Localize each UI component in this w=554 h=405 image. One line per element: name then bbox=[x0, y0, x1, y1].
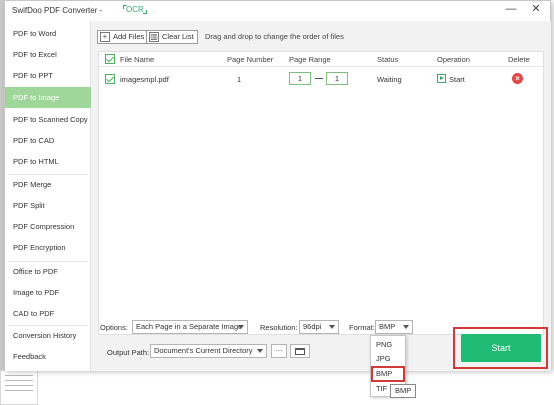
column-file-name: File Name bbox=[120, 55, 155, 64]
row-start-link[interactable]: Start bbox=[449, 75, 465, 84]
background-document-thumbnail bbox=[0, 370, 38, 405]
close-button[interactable]: ✕ bbox=[525, 2, 547, 18]
start-button[interactable]: Start bbox=[461, 334, 541, 362]
format-tooltip: BMP bbox=[390, 384, 417, 398]
file-table: File Name Page Number Page Range Status … bbox=[98, 51, 544, 335]
table-header: File Name Page Number Page Range Status … bbox=[99, 52, 543, 67]
options-label: Options: bbox=[100, 323, 128, 332]
sidebar-item-pdf-to-word[interactable]: PDF to Word bbox=[5, 23, 91, 44]
sidebar-item-pdf-to-cad[interactable]: PDF to CAD bbox=[5, 130, 91, 151]
clear-list-button[interactable]: ▥ Clear List bbox=[146, 30, 198, 44]
sidebar-item-pdf-merge[interactable]: PDF Merge bbox=[5, 174, 91, 195]
main-panel: + Add Files ▥ Clear List Drag and drop t… bbox=[91, 21, 551, 371]
format-select-value: BMP bbox=[379, 322, 396, 331]
options-select-value: Each Page in a Separate Image bbox=[136, 322, 243, 331]
ocr-corner-icon bbox=[142, 10, 147, 14]
sidebar-item-cad-to-pdf[interactable]: CAD to PDF bbox=[5, 303, 91, 324]
minimize-button[interactable]: — bbox=[500, 2, 522, 18]
plus-icon: + bbox=[100, 32, 110, 42]
status-cell: Waiting bbox=[377, 75, 402, 84]
chevron-down-icon bbox=[257, 349, 263, 353]
sidebar-item-conversion-history[interactable]: Conversion History bbox=[5, 325, 91, 346]
resolution-select-value: 96dpi bbox=[303, 322, 322, 331]
sidebar-item-pdf-to-ppt[interactable]: PDF to PPT bbox=[5, 65, 91, 86]
folder-icon bbox=[295, 348, 305, 355]
sidebar-item-pdf-to-scanned-copy[interactable]: PDF to Scanned Copy bbox=[5, 109, 91, 130]
sidebar-item-pdf-to-html[interactable]: PDF to HTML bbox=[5, 151, 91, 172]
sidebar: PDF to Word PDF to Excel PDF to PPT PDF … bbox=[5, 21, 91, 371]
sidebar-item-pdf-compression[interactable]: PDF Compression bbox=[5, 216, 91, 237]
column-operation: Operation bbox=[437, 55, 470, 64]
trash-icon: ▥ bbox=[149, 32, 159, 42]
sidebar-item-pdf-split[interactable]: PDF Split bbox=[5, 195, 91, 216]
chevron-down-icon bbox=[403, 325, 409, 329]
title-bar: SwifDoo PDF Converter - OCR — ✕ bbox=[5, 1, 550, 21]
range-to-input[interactable]: 1 bbox=[326, 72, 348, 85]
window-title: SwifDoo PDF Converter - bbox=[12, 6, 103, 15]
output-path-select[interactable]: Document's Current Directory bbox=[150, 344, 267, 358]
file-name-cell: imagesmpl.pdf bbox=[120, 75, 169, 84]
column-page-range: Page Range bbox=[289, 55, 331, 64]
sidebar-item-office-to-pdf[interactable]: Office to PDF bbox=[5, 261, 91, 282]
start-button-highlight: Start bbox=[453, 327, 548, 369]
add-files-label: Add Files bbox=[113, 32, 145, 41]
format-option-jpg[interactable]: JPG bbox=[371, 351, 405, 367]
delete-icon[interactable]: × bbox=[512, 73, 523, 84]
column-page-number: Page Number bbox=[227, 55, 274, 64]
resolution-select[interactable]: 96dpi bbox=[299, 320, 339, 334]
format-select[interactable]: BMP bbox=[375, 320, 413, 334]
format-option-bmp[interactable]: BMP bbox=[371, 366, 405, 382]
sidebar-item-feedback[interactable]: Feedback bbox=[5, 346, 91, 367]
sidebar-item-pdf-to-image[interactable]: PDF to Image bbox=[5, 87, 91, 108]
drag-hint-text: Drag and drop to change the order of fil… bbox=[205, 32, 344, 41]
browse-more-button[interactable]: ··· bbox=[271, 344, 287, 358]
output-path-value: Document's Current Directory bbox=[154, 346, 253, 355]
converter-window: SwifDoo PDF Converter - OCR — ✕ PDF to W… bbox=[4, 0, 551, 371]
column-delete: Delete bbox=[508, 55, 530, 64]
column-status: Status bbox=[377, 55, 399, 64]
select-all-checkbox[interactable] bbox=[105, 54, 115, 64]
output-path-label: Output Path: bbox=[107, 348, 150, 357]
resolution-label: Resolution: bbox=[260, 323, 298, 332]
open-folder-button[interactable] bbox=[290, 344, 310, 358]
range-dash bbox=[315, 78, 323, 79]
range-from-input[interactable]: 1 bbox=[289, 72, 311, 85]
row-checkbox[interactable] bbox=[105, 74, 115, 84]
sidebar-item-pdf-encryption[interactable]: PDF Encryption bbox=[5, 237, 91, 258]
sidebar-item-image-to-pdf[interactable]: Image to PDF bbox=[5, 282, 91, 303]
format-label: Format: bbox=[349, 323, 375, 332]
ocr-tag[interactable]: OCR bbox=[123, 5, 147, 14]
options-select[interactable]: Each Page in a Separate Image bbox=[132, 320, 248, 334]
table-row: imagesmpl.pdf 1 1 1 Waiting Start × bbox=[99, 68, 543, 91]
page-number-cell: 1 bbox=[237, 75, 242, 84]
ocr-corner-icon bbox=[123, 5, 127, 9]
ocr-tag-label: OCR bbox=[126, 5, 144, 14]
chevron-down-icon bbox=[329, 325, 335, 329]
add-files-button[interactable]: + Add Files bbox=[97, 30, 149, 44]
sidebar-item-pdf-to-excel[interactable]: PDF to Excel bbox=[5, 44, 91, 65]
clear-list-label: Clear List bbox=[162, 32, 194, 41]
play-icon[interactable] bbox=[437, 74, 446, 83]
chevron-down-icon bbox=[238, 325, 244, 329]
